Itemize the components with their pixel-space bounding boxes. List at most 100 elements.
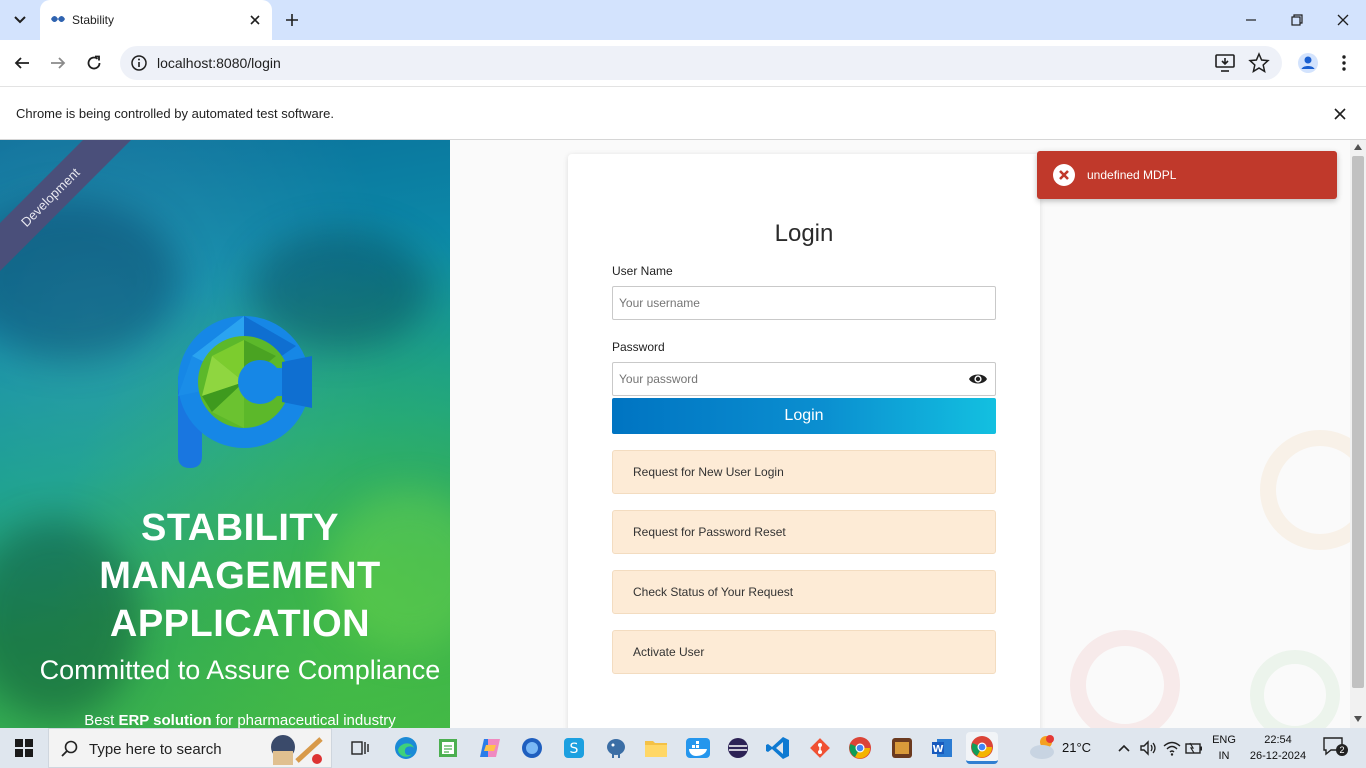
speaker-icon[interactable] bbox=[1138, 738, 1158, 758]
app-icon bbox=[892, 738, 912, 758]
chrome-icon bbox=[849, 737, 871, 759]
close-icon[interactable] bbox=[1330, 104, 1350, 124]
weather-cloud-icon bbox=[1030, 735, 1054, 759]
region-code: IN bbox=[1218, 750, 1230, 762]
login-title: Login bbox=[774, 220, 834, 247]
arrow-left-icon bbox=[14, 57, 29, 69]
app-title-line-3: APPLICATION bbox=[109, 603, 371, 645]
battery-icon[interactable] bbox=[1184, 738, 1204, 758]
toast-message: undefined MDPL bbox=[1087, 168, 1177, 182]
reload-button[interactable] bbox=[80, 49, 108, 77]
taskbar-vscode[interactable] bbox=[762, 732, 794, 764]
taskbar-chrome-active[interactable] bbox=[966, 732, 998, 764]
taskbar-clock[interactable]: 22:54 26-12-2024 bbox=[1248, 732, 1308, 764]
wifi-icon[interactable] bbox=[1162, 738, 1182, 758]
taskbar-search-placeholder: Type here to search bbox=[89, 741, 222, 758]
taskbar-eclipse[interactable] bbox=[722, 732, 754, 764]
scroll-down-arrow-icon[interactable] bbox=[1354, 716, 1362, 722]
svg-text:S: S bbox=[570, 741, 579, 757]
taskbar-edge[interactable] bbox=[390, 732, 422, 764]
app-subtitle: Best ERP solution for pharmaceutical ind… bbox=[0, 712, 450, 728]
start-button[interactable] bbox=[0, 728, 48, 768]
automation-notice: Chrome is being controlled by automated … bbox=[16, 106, 334, 121]
background-shape bbox=[1070, 630, 1180, 728]
page-scrollbar[interactable] bbox=[1350, 140, 1366, 728]
install-app-icon[interactable] bbox=[1214, 53, 1236, 73]
check-request-status-button[interactable]: Check Status of Your Request bbox=[612, 570, 996, 614]
taskbar-skype[interactable]: S bbox=[558, 732, 590, 764]
taskbar-app-blue[interactable] bbox=[516, 732, 548, 764]
app-title-line-1: STABILITY bbox=[140, 507, 339, 549]
activate-user-button[interactable]: Activate User bbox=[612, 630, 996, 674]
edge-icon bbox=[395, 737, 417, 759]
task-view-button[interactable] bbox=[344, 732, 376, 764]
close-window-button[interactable] bbox=[1331, 8, 1355, 32]
browser-menu-button[interactable] bbox=[1330, 49, 1358, 77]
taskbar-word[interactable]: W bbox=[926, 732, 958, 764]
info-icon[interactable] bbox=[130, 54, 148, 72]
tab-search-button[interactable] bbox=[6, 6, 34, 34]
username-label: User Name bbox=[612, 264, 673, 278]
subtitle-prefix: Best bbox=[84, 712, 119, 728]
clock-date: 26-12-2024 bbox=[1249, 750, 1307, 762]
weather-widget[interactable]: 21°C bbox=[1028, 732, 1096, 764]
arrow-right-icon bbox=[51, 57, 66, 69]
profile-button[interactable] bbox=[1294, 49, 1322, 77]
error-toast[interactable]: undefined MDPL bbox=[1037, 151, 1337, 199]
taskbar-chrome-profile[interactable] bbox=[844, 732, 876, 764]
input-language[interactable]: ENG IN bbox=[1210, 732, 1238, 764]
browser-toolbar: localhost:8080/login bbox=[0, 40, 1366, 86]
username-input[interactable] bbox=[612, 286, 996, 320]
chevron-up-icon[interactable] bbox=[1114, 738, 1134, 758]
taskbar-git[interactable] bbox=[804, 732, 836, 764]
word-icon: W bbox=[932, 739, 952, 757]
search-icon bbox=[61, 740, 78, 757]
chrome-icon bbox=[971, 735, 993, 758]
close-icon bbox=[250, 15, 260, 25]
taskbar-notepad[interactable] bbox=[432, 732, 464, 764]
show-password-icon[interactable] bbox=[968, 372, 988, 386]
address-url[interactable]: localhost:8080/login bbox=[157, 55, 281, 71]
login-button[interactable]: Login bbox=[612, 398, 996, 434]
address-bar[interactable]: localhost:8080/login bbox=[120, 46, 1282, 80]
browser-tab-stability[interactable]: Stability bbox=[40, 0, 272, 40]
chevron-down-icon bbox=[14, 16, 26, 24]
taskbar-copilot[interactable] bbox=[474, 732, 506, 764]
forward-button[interactable] bbox=[44, 49, 72, 77]
more-vert-icon bbox=[1342, 55, 1346, 71]
favicon-icon bbox=[51, 16, 65, 22]
password-label: Password bbox=[612, 340, 665, 354]
request-password-reset-button[interactable]: Request for Password Reset bbox=[612, 510, 996, 554]
language-code: ENG bbox=[1212, 734, 1236, 746]
notification-center-button[interactable]: 2 bbox=[1322, 736, 1348, 760]
taskbar-search-box[interactable]: Type here to search bbox=[48, 728, 332, 768]
bookmark-star-icon[interactable] bbox=[1248, 52, 1270, 74]
background-shape bbox=[1260, 430, 1350, 550]
windows-logo-icon bbox=[15, 739, 33, 757]
request-new-user-button[interactable]: Request for New User Login bbox=[612, 450, 996, 494]
windows-taskbar: Type here to search S W 21°C ENG IN 22:5… bbox=[0, 728, 1366, 768]
taskbar-app-game[interactable] bbox=[886, 732, 918, 764]
back-button[interactable] bbox=[8, 49, 36, 77]
tab-close-button[interactable] bbox=[246, 11, 264, 29]
background-shape bbox=[1250, 650, 1340, 728]
reload-icon bbox=[87, 55, 101, 70]
password-input[interactable] bbox=[612, 362, 996, 396]
scroll-up-arrow-icon[interactable] bbox=[1354, 144, 1362, 150]
taskbar-docker[interactable] bbox=[682, 732, 714, 764]
app-title-line-2: MANAGEMENT bbox=[99, 555, 381, 597]
weather-temperature: 21°C bbox=[1062, 740, 1092, 755]
restore-button[interactable] bbox=[1285, 8, 1309, 32]
minimize-button[interactable] bbox=[1239, 8, 1263, 32]
vscode-icon bbox=[766, 737, 789, 759]
notification-count-badge: 2 bbox=[1336, 744, 1348, 756]
scrollbar-thumb[interactable] bbox=[1352, 156, 1364, 688]
taskbar-file-explorer[interactable] bbox=[640, 732, 672, 764]
new-tab-button[interactable] bbox=[280, 8, 304, 32]
app-title: STABILITY MANAGEMENT APPLICATION bbox=[0, 504, 450, 648]
plus-icon bbox=[286, 14, 298, 26]
taskbar-postgres[interactable] bbox=[600, 732, 632, 764]
app-icon bbox=[522, 738, 542, 758]
avatar-icon bbox=[1298, 53, 1318, 73]
app-logo bbox=[178, 316, 312, 468]
